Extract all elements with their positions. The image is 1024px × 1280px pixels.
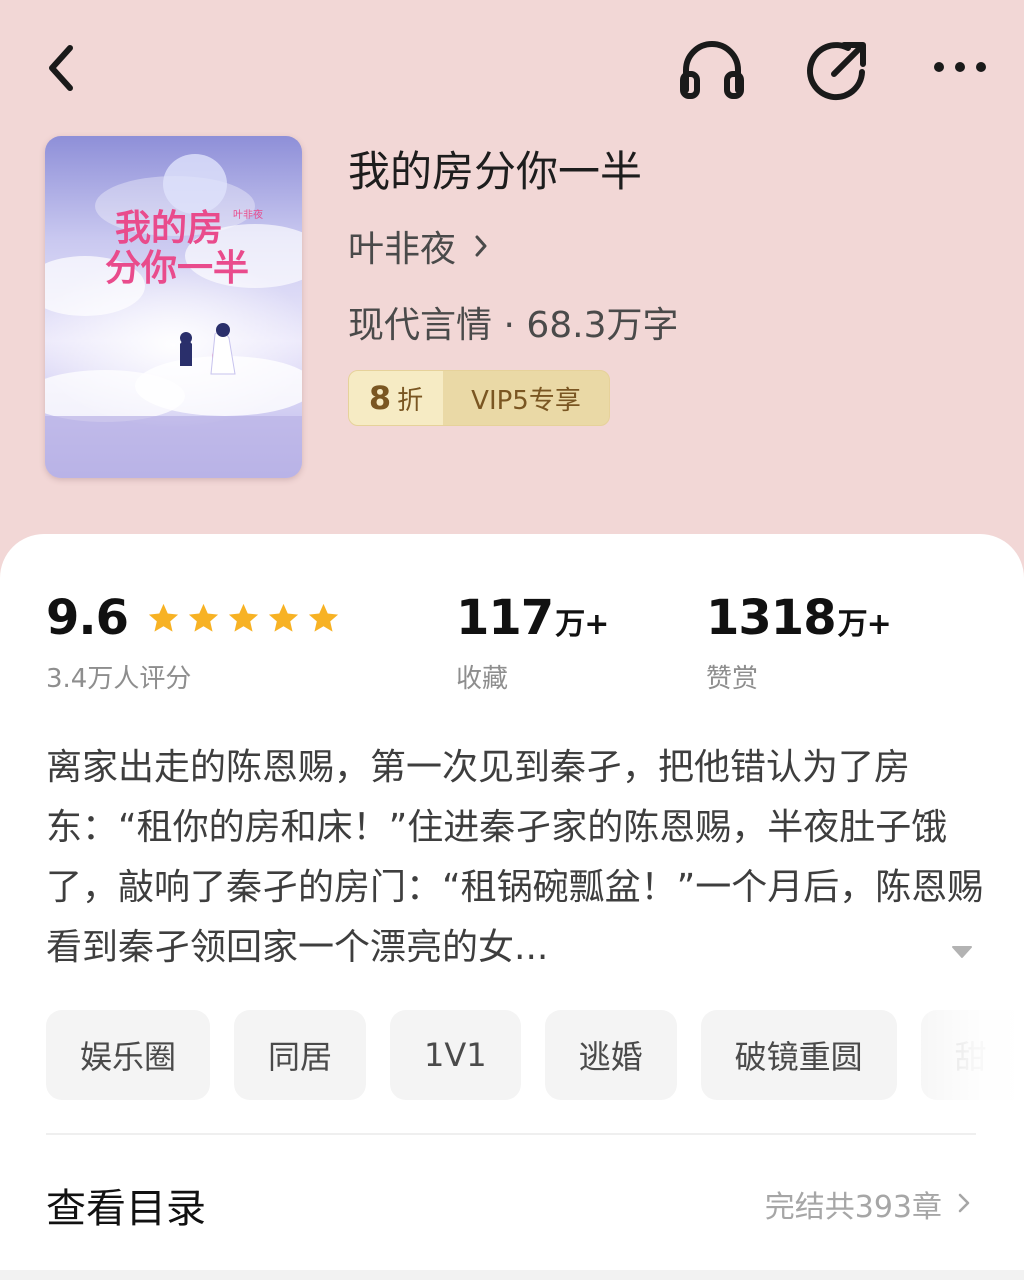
favorites-value: 117	[456, 590, 554, 646]
discount-unit: 折	[397, 385, 424, 416]
rewards-value: 1318	[706, 590, 837, 646]
toc-link[interactable]: 完结共393章	[765, 1182, 970, 1226]
book-description[interactable]: 离家出走的陈恩赐，第一次见到秦孑，把他错认为了房东：“租你的房和床！”住进秦孑家…	[46, 738, 986, 978]
expand-caret-icon[interactable]	[950, 944, 974, 960]
star-icon	[268, 603, 299, 632]
book-cover[interactable]: 我的房 分你一半 叶非夜	[45, 136, 302, 478]
rating-stars	[146, 601, 341, 636]
author-link[interactable]: 叶非夜	[348, 220, 488, 272]
star-icon	[188, 603, 219, 632]
share-icon[interactable]	[804, 38, 870, 102]
chevron-right-icon	[474, 226, 488, 267]
cover-title-line1: 我的房	[115, 208, 223, 249]
favorites-suffix: 万+	[555, 607, 609, 642]
vip-discount-badge[interactable]: 8 折 VIP5专享	[348, 370, 610, 426]
tag-chip[interactable]: 逃婚	[544, 1010, 677, 1100]
rewards-label: 赞赏	[706, 664, 759, 694]
cover-author: 叶非夜	[233, 208, 263, 221]
book-title: 我的房分你一半	[348, 147, 643, 196]
back-chevron-icon[interactable]	[38, 40, 88, 96]
star-icon	[228, 603, 259, 632]
tags-fade-overlay	[900, 1010, 1024, 1100]
favorites-stat: 117 万+ 收藏	[456, 590, 609, 695]
rating-stat[interactable]: 9.6 3.4万人评分	[46, 590, 341, 695]
top-bar	[0, 0, 1024, 140]
rewards-stat: 1318 万+ 赞赏	[706, 590, 892, 695]
tag-chip[interactable]: 1V1	[390, 1010, 521, 1100]
toc-title[interactable]: 查看目录	[46, 1176, 206, 1234]
vip-label: VIP5专享	[471, 385, 581, 416]
chapter-count: 完结共393章	[764, 1190, 942, 1225]
book-meta: 现代言情 · 68.3万字	[348, 305, 679, 346]
tag-list: 娱乐圈 同居 1V1 逃婚 破镜重圆 甜	[46, 1010, 1024, 1100]
rating-value: 9.6	[46, 590, 129, 646]
more-dots-icon[interactable]	[930, 52, 990, 82]
star-icon	[308, 603, 339, 632]
book-cover-art: 我的房 分你一半 叶非夜	[45, 136, 302, 478]
tag-chip[interactable]: 破镜重圆	[700, 1010, 897, 1100]
chevron-right-icon	[958, 1187, 970, 1222]
bottom-strip	[0, 1270, 1024, 1280]
tag-chip[interactable]: 同居	[234, 1010, 367, 1100]
discount-tag: 8 折	[349, 371, 443, 425]
author-name: 叶非夜	[348, 229, 457, 270]
star-icon	[148, 603, 179, 632]
divider	[46, 1133, 976, 1135]
cover-title-line2: 分你一半	[105, 248, 249, 289]
tag-chip[interactable]: 娱乐圈	[46, 1010, 211, 1100]
headphones-icon[interactable]	[676, 40, 748, 100]
favorites-label: 收藏	[456, 664, 509, 694]
discount-number: 8	[368, 379, 392, 417]
rating-count: 3.4万人评分	[46, 664, 192, 694]
rewards-suffix: 万+	[837, 607, 892, 642]
